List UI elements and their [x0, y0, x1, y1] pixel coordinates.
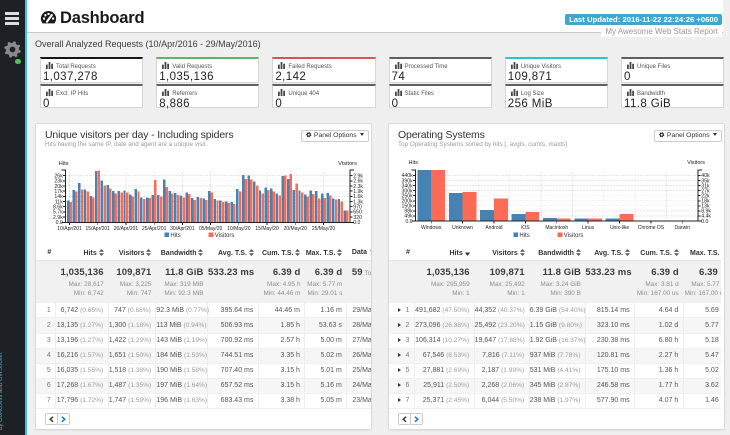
svg-text:Hits: Hits — [519, 233, 529, 239]
svg-text:0.0: 0.0 — [405, 219, 412, 225]
svg-text:iOS: iOS — [521, 225, 530, 231]
svg-text:05/May/20: 05/May/20 — [199, 226, 223, 232]
svg-text:25/May/20: 25/May/20 — [312, 226, 336, 232]
svg-text:Linux: Linux — [582, 225, 594, 231]
svg-text:20/Apr/201: 20/Apr/201 — [114, 226, 139, 232]
svg-text:Visitors: Visitors — [338, 161, 357, 167]
svg-text:Unix-like: Unix-like — [610, 225, 629, 231]
svg-text:Darwin: Darwin — [675, 225, 691, 231]
svg-text:Hits: Hits — [59, 161, 69, 167]
svg-text:15/May/20: 15/May/20 — [255, 226, 279, 232]
svg-text:20/May/20: 20/May/20 — [284, 226, 308, 232]
svg-text:10/May/20: 10/May/20 — [227, 226, 251, 232]
svg-text:Hits: Hits — [170, 233, 180, 239]
svg-text:10/Apr/201: 10/Apr/201 — [57, 226, 82, 232]
svg-text:Visitors: Visitors — [564, 233, 584, 239]
svg-text:Visitors: Visitors — [687, 160, 705, 166]
svg-text:0.0: 0.0 — [353, 220, 360, 226]
svg-text:Chrome OS: Chrome OS — [638, 225, 665, 231]
svg-text:30/Apr/201: 30/Apr/201 — [170, 226, 195, 232]
svg-text:Macintosh: Macintosh — [545, 225, 568, 231]
svg-text:Windows: Windows — [421, 225, 442, 231]
svg-text:0.0: 0.0 — [701, 219, 708, 225]
svg-text:15/Apr/201: 15/Apr/201 — [86, 226, 111, 232]
svg-text:25/Apr/201: 25/Apr/201 — [142, 226, 167, 232]
svg-text:Android: Android — [485, 225, 502, 231]
svg-text:Hits: Hits — [409, 160, 419, 166]
svg-text:Unknown: Unknown — [452, 225, 473, 231]
svg-text:Visitors: Visitors — [215, 233, 235, 239]
